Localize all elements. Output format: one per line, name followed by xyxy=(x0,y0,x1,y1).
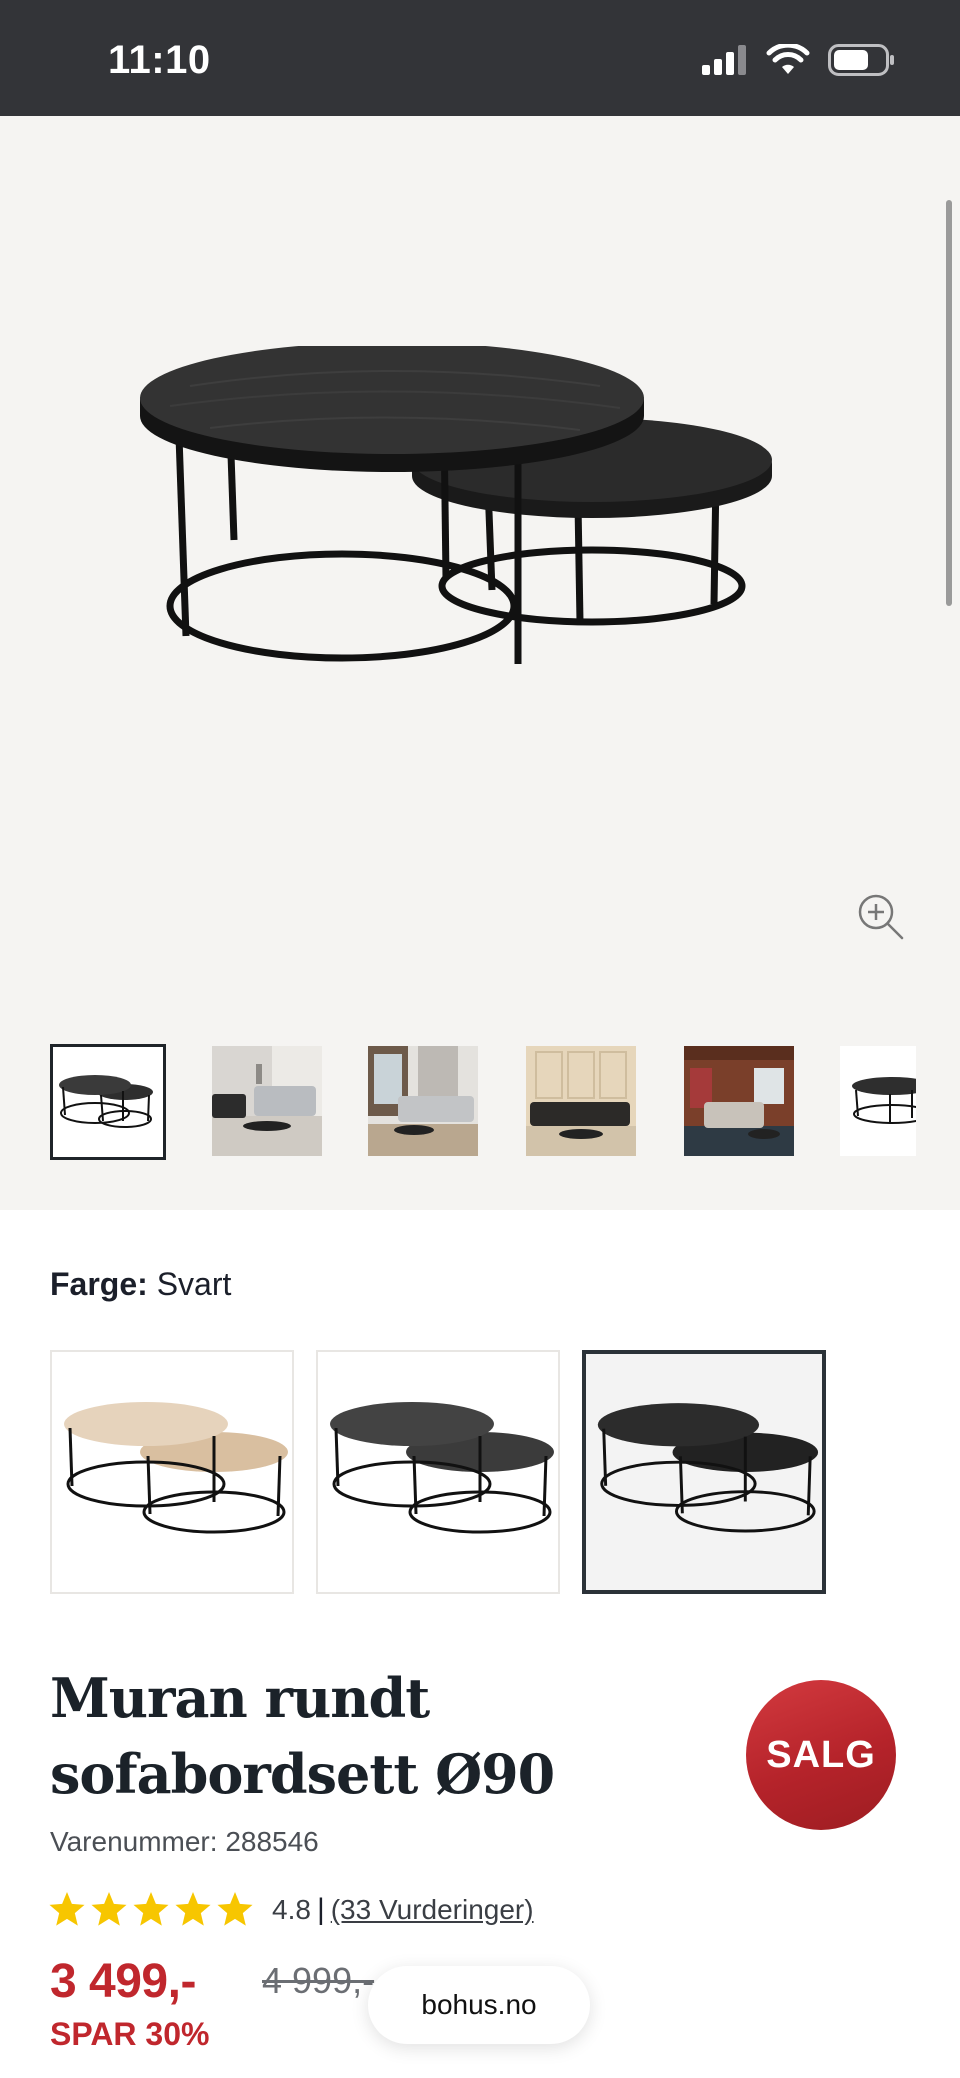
star-icon xyxy=(49,1892,85,1926)
color-label: Farge: Svart xyxy=(50,1266,231,1303)
status-icons xyxy=(702,44,896,76)
rating-stars xyxy=(48,1892,254,1928)
status-bar: 11:10 xyxy=(0,0,960,116)
color-label-key: Farge: xyxy=(50,1266,148,1302)
main-product-image[interactable] xyxy=(130,346,830,876)
product-title-line-1: Muran rundt xyxy=(50,1666,430,1730)
rating-row: 4.8 | (33 Vurderinger) xyxy=(48,1890,534,1930)
product-gallery xyxy=(0,116,960,1210)
star-icon xyxy=(175,1892,211,1926)
color-swatch-oak[interactable] xyxy=(50,1350,294,1594)
color-swatch-black[interactable] xyxy=(582,1350,826,1594)
wifi-icon xyxy=(766,44,810,74)
product-title: Muran rundt sofabordsett Ø90 xyxy=(50,1660,690,1812)
thumbnail-3[interactable] xyxy=(368,1046,478,1156)
status-time: 11:10 xyxy=(108,38,211,82)
discount-text: SPAR 30% xyxy=(50,2016,210,2052)
zoom-in-icon[interactable] xyxy=(856,892,904,940)
color-swatch-dark[interactable] xyxy=(316,1350,560,1594)
sale-badge: SALG xyxy=(746,1680,896,1830)
star-icon xyxy=(133,1892,169,1926)
gallery-scrollbar[interactable] xyxy=(946,200,952,606)
battery-icon xyxy=(828,44,894,76)
star-icon xyxy=(91,1892,127,1926)
product-sku: Varenummer: 288546 xyxy=(50,1826,319,1857)
thumbnail-5[interactable] xyxy=(684,1046,794,1156)
color-value: Svart xyxy=(156,1266,232,1302)
reviews-link[interactable]: (33 Vurderinger) xyxy=(331,1894,534,1926)
thumbnail-2[interactable] xyxy=(212,1046,322,1156)
signal-icon xyxy=(702,45,746,75)
star-icon xyxy=(217,1892,253,1926)
browser-domain-pill[interactable]: bohus.no xyxy=(368,1966,590,2044)
thumbnail-4[interactable] xyxy=(526,1046,636,1156)
thumbnail-6[interactable] xyxy=(840,1046,916,1156)
product-title-line-2: sofabordsett Ø90 xyxy=(50,1742,555,1806)
rating-separator: | xyxy=(316,1893,325,1926)
old-price: 4 999,- xyxy=(262,1960,375,2001)
current-price: 3 499,- xyxy=(50,1955,196,2008)
thumbnail-1[interactable] xyxy=(50,1044,166,1160)
rating-value: 4.8 xyxy=(272,1894,311,1925)
